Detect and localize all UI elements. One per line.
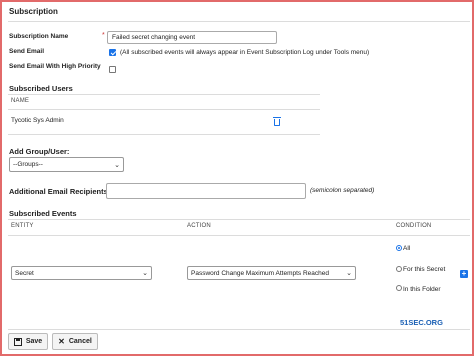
chevron-down-icon: ⌄: [346, 270, 352, 277]
additional-recipients-label: Additional Email Recipients: [9, 187, 108, 196]
page-title: Subscription: [9, 7, 58, 16]
events-divider-bottom: [8, 329, 470, 330]
condition-all-label: All: [403, 245, 411, 252]
subscribed-events-title: Subscribed Events: [9, 209, 77, 218]
save-button[interactable]: Save: [8, 333, 48, 350]
subscription-name-label: Subscription Name: [9, 33, 69, 40]
condition-secret-label: For this Secret: [403, 266, 446, 273]
add-group-user-select[interactable]: --Groups-- ⌄: [9, 157, 124, 172]
high-priority-label: Send Email With High Priority: [9, 63, 101, 70]
entity-selected: Secret: [15, 269, 34, 277]
users-column-name: NAME: [11, 98, 30, 104]
user-row-name: Tycotic Sys Admin: [11, 117, 64, 124]
condition-secret-radio[interactable]: [396, 266, 402, 272]
users-divider-head: [8, 109, 320, 110]
condition-folder-label: In this Folder: [403, 286, 441, 293]
send-email-checkbox[interactable]: [109, 49, 116, 56]
entity-select[interactable]: Secret ⌄: [11, 266, 152, 280]
add-group-user-selected: --Groups--: [13, 161, 43, 168]
cancel-label: Cancel: [68, 338, 92, 345]
users-divider-top: [8, 94, 320, 95]
condition-folder-radio[interactable]: [396, 285, 402, 291]
watermark: 51SEC.ORG: [400, 318, 443, 327]
chevron-down-icon: ⌄: [142, 270, 148, 277]
action-selected: Password Change Maximum Attempts Reached: [191, 269, 330, 277]
save-label: Save: [25, 338, 43, 345]
events-column-entity: ENTITY: [11, 223, 34, 229]
chevron-down-icon: ⌄: [114, 161, 120, 169]
save-icon: [13, 337, 22, 346]
additional-recipients-hint: (semicolon separated): [310, 187, 375, 194]
high-priority-checkbox[interactable]: [109, 66, 116, 73]
add-group-user-label: Add Group/User:: [9, 147, 70, 156]
close-icon: ✕: [58, 337, 65, 346]
events-column-condition: CONDITION: [396, 223, 432, 229]
add-event-icon[interactable]: +: [460, 270, 468, 278]
cancel-button[interactable]: ✕ Cancel: [52, 333, 98, 350]
events-divider-head: [8, 235, 470, 236]
condition-all-radio[interactable]: [396, 245, 402, 251]
send-email-note: (All subscribed events will always appea…: [120, 49, 370, 56]
events-column-action: ACTION: [187, 223, 211, 229]
required-marker: *: [102, 32, 105, 39]
action-select[interactable]: Password Change Maximum Attempts Reached…: [187, 266, 356, 280]
users-divider-bottom: [8, 134, 320, 135]
subscribed-users-title: Subscribed Users: [9, 84, 73, 93]
additional-recipients-input[interactable]: [106, 183, 306, 199]
title-divider: [8, 21, 470, 22]
delete-user-icon[interactable]: [273, 117, 281, 126]
events-divider-top: [8, 219, 470, 220]
send-email-label: Send Email: [9, 48, 45, 55]
subscription-panel: Subscription Subscription Name * Send Em…: [0, 0, 474, 356]
subscription-name-input[interactable]: [107, 31, 277, 44]
